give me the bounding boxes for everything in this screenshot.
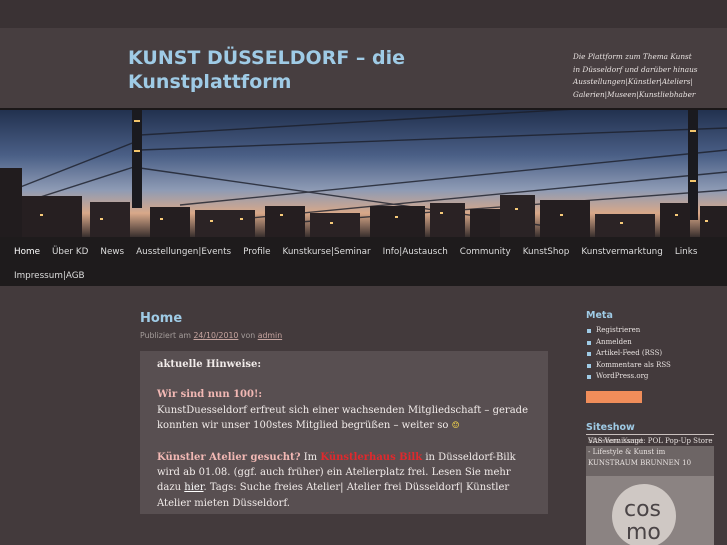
notice-2-text2: . Tags: Suche freies Atelier| Atelier fr…	[157, 482, 510, 509]
nav-item-ausstellungen-events[interactable]: Ausstellungen|Events	[130, 245, 237, 262]
post-title[interactable]: Home	[140, 310, 550, 328]
main-navigation: Home Über KD News Ausstellungen|Events Profi…	[0, 237, 727, 286]
notice-1-title: Wir sind nun 100!:	[157, 389, 263, 401]
post-meta: Publiziert am 24/10/2010 von admin	[140, 331, 550, 340]
svg-text:mo: mo	[626, 520, 661, 545]
notice-2-title: Künstler Atelier gesucht?	[157, 451, 301, 463]
nav-item-info-austausch[interactable]: Info|Austausch	[377, 245, 454, 262]
site-title[interactable]: KUNST DÜSSELDORF – die Kunstplattform	[128, 46, 468, 94]
nav-item-links[interactable]: Links	[669, 245, 704, 262]
notice-heading: aktuelle Hinweise:	[157, 359, 262, 370]
sidebar-meta-widget: Meta Registrieren Anmelden Artikel-Feed (R…	[586, 310, 716, 383]
nav-item-kunstshop[interactable]: KunstShop	[517, 245, 576, 262]
nav-item-home[interactable]: Home	[8, 245, 46, 262]
site-tagline: Die Plattform zum Thema Kunst in Düsseld…	[573, 52, 698, 99]
siteshow-title: Siteshow	[586, 422, 635, 433]
nav-item-impressum-agb[interactable]: Impressum|AGB	[8, 269, 91, 286]
orange-badge-button[interactable]	[586, 391, 642, 403]
nav-item-community[interactable]: Community	[454, 245, 517, 262]
post-date-link[interactable]: 24/10/2010	[193, 331, 238, 340]
meta-list: Registrieren Anmelden Artikel-Feed (RSS) Ko…	[586, 325, 716, 383]
nav-item-profile[interactable]: Profile	[237, 245, 276, 262]
meta-link-kommentare-als-rss[interactable]: Kommentare als RSS	[586, 360, 716, 372]
meta-link-artikel-feed-rss[interactable]: Artikel-Feed (RSS)	[586, 348, 716, 360]
header-banner-image	[0, 108, 727, 239]
notice-1-text: KunstDuesseldorf erfreut sich einer wach…	[157, 404, 528, 432]
meta-link-wordpress-org[interactable]: WordPress.org	[586, 371, 716, 383]
kuenstlerhaus-bilk-link[interactable]: Künstlerhaus Bilk	[320, 452, 422, 463]
notice-2-body: Künstler Atelier gesucht? Im Künstlerhau…	[157, 450, 531, 512]
nav-row-primary: Home Über KD News Ausstellungen|Events Profi…	[8, 242, 703, 262]
nav-item-kunstvermarktung[interactable]: Kunstvermarktung	[575, 245, 668, 262]
svg-text:cos: cos	[624, 497, 661, 522]
siteshow-divider	[586, 434, 714, 435]
top-strip	[0, 0, 727, 28]
siteshow-caption[interactable]: VAS-Vernissage: POL Pop-Up Store - Lifes…	[588, 436, 714, 469]
meta-link-anmelden[interactable]: Anmelden	[586, 337, 716, 349]
meta-link-registrieren[interactable]: Registrieren	[586, 325, 716, 337]
hier-link[interactable]: hier	[184, 482, 203, 493]
nav-item-über-kd[interactable]: Über KD	[46, 245, 94, 262]
post-author-link[interactable]: admin	[258, 331, 282, 340]
post-meta-prefix: Publiziert am	[140, 331, 191, 340]
nav-row-secondary: Impressum|AGB	[8, 266, 91, 286]
smiley-icon: ☺	[451, 421, 460, 432]
post-header: Home Publiziert am 24/10/2010 von admin	[140, 310, 550, 340]
meta-widget-title: Meta	[586, 310, 613, 321]
nav-item-kunstkurse-seminar[interactable]: Kunstkurse|Seminar	[277, 245, 377, 262]
notice-2-pre: Im	[303, 451, 318, 463]
post-content: aktuelle Hinweise: Wir sind nun 100!: Ku…	[140, 351, 548, 514]
notice-1-body: KunstDuesseldorf erfreut sich einer wach…	[157, 403, 531, 435]
nav-item-news[interactable]: News	[94, 245, 130, 262]
post-meta-by: von	[240, 331, 256, 340]
